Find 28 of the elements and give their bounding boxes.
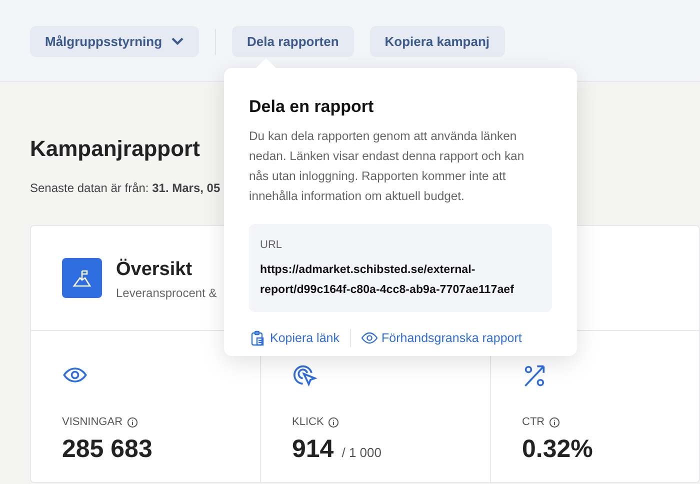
stat-label: CTR xyxy=(522,415,545,430)
toolbar-button[interactable]: Dela rapporten xyxy=(232,26,354,57)
overview-title: Översikt xyxy=(116,258,194,282)
popover-description: Du kan dela rapporten genom att använda länken nedan. Länken visar endast denna rapport och kan nås utan inloggning. Rapporten kommer inte att innehålla information om aktuell budget. xyxy=(249,128,526,204)
stat-label: VISNINGAR xyxy=(62,415,123,430)
chevron-down-icon xyxy=(171,37,184,46)
cursor-click-icon xyxy=(292,363,318,387)
popover-title: Dela en rapport xyxy=(249,96,375,118)
copy-link-button[interactable]: Kopiera länk xyxy=(249,329,340,348)
toolbar-button[interactable]: Kopiera kampanj xyxy=(370,26,505,57)
info-icon[interactable] xyxy=(126,416,138,428)
info-icon[interactable] xyxy=(548,416,560,428)
stat-value: 914 xyxy=(292,434,334,464)
stat-limit: / 1 000 xyxy=(342,444,382,462)
toolbar-button[interactable]: Målgruppsstyrning xyxy=(30,26,200,57)
eye-icon xyxy=(360,330,378,346)
preview-report-link[interactable]: Förhandsgranska rapport xyxy=(360,329,522,348)
stat-label: KLICK xyxy=(292,415,324,430)
page-title: Kampanjrapport xyxy=(30,135,200,163)
url-label: URL xyxy=(260,238,284,252)
url-text: https://admarket.schibsted.se/external-report/d99c164f-c80a-4cc8-ab9a-7707ae117aef xyxy=(260,262,515,298)
clipboard-icon xyxy=(249,330,266,346)
stat-value: 285 683 xyxy=(62,434,152,464)
last-updated-text: Senaste datan är från: 31. Mars, 05 xyxy=(30,180,222,197)
flag-mountain-icon xyxy=(62,258,102,298)
stat-value: 0.32% xyxy=(522,434,593,464)
overview-subtitle: Leveransprocent & xyxy=(116,285,217,302)
info-icon[interactable] xyxy=(328,416,339,428)
